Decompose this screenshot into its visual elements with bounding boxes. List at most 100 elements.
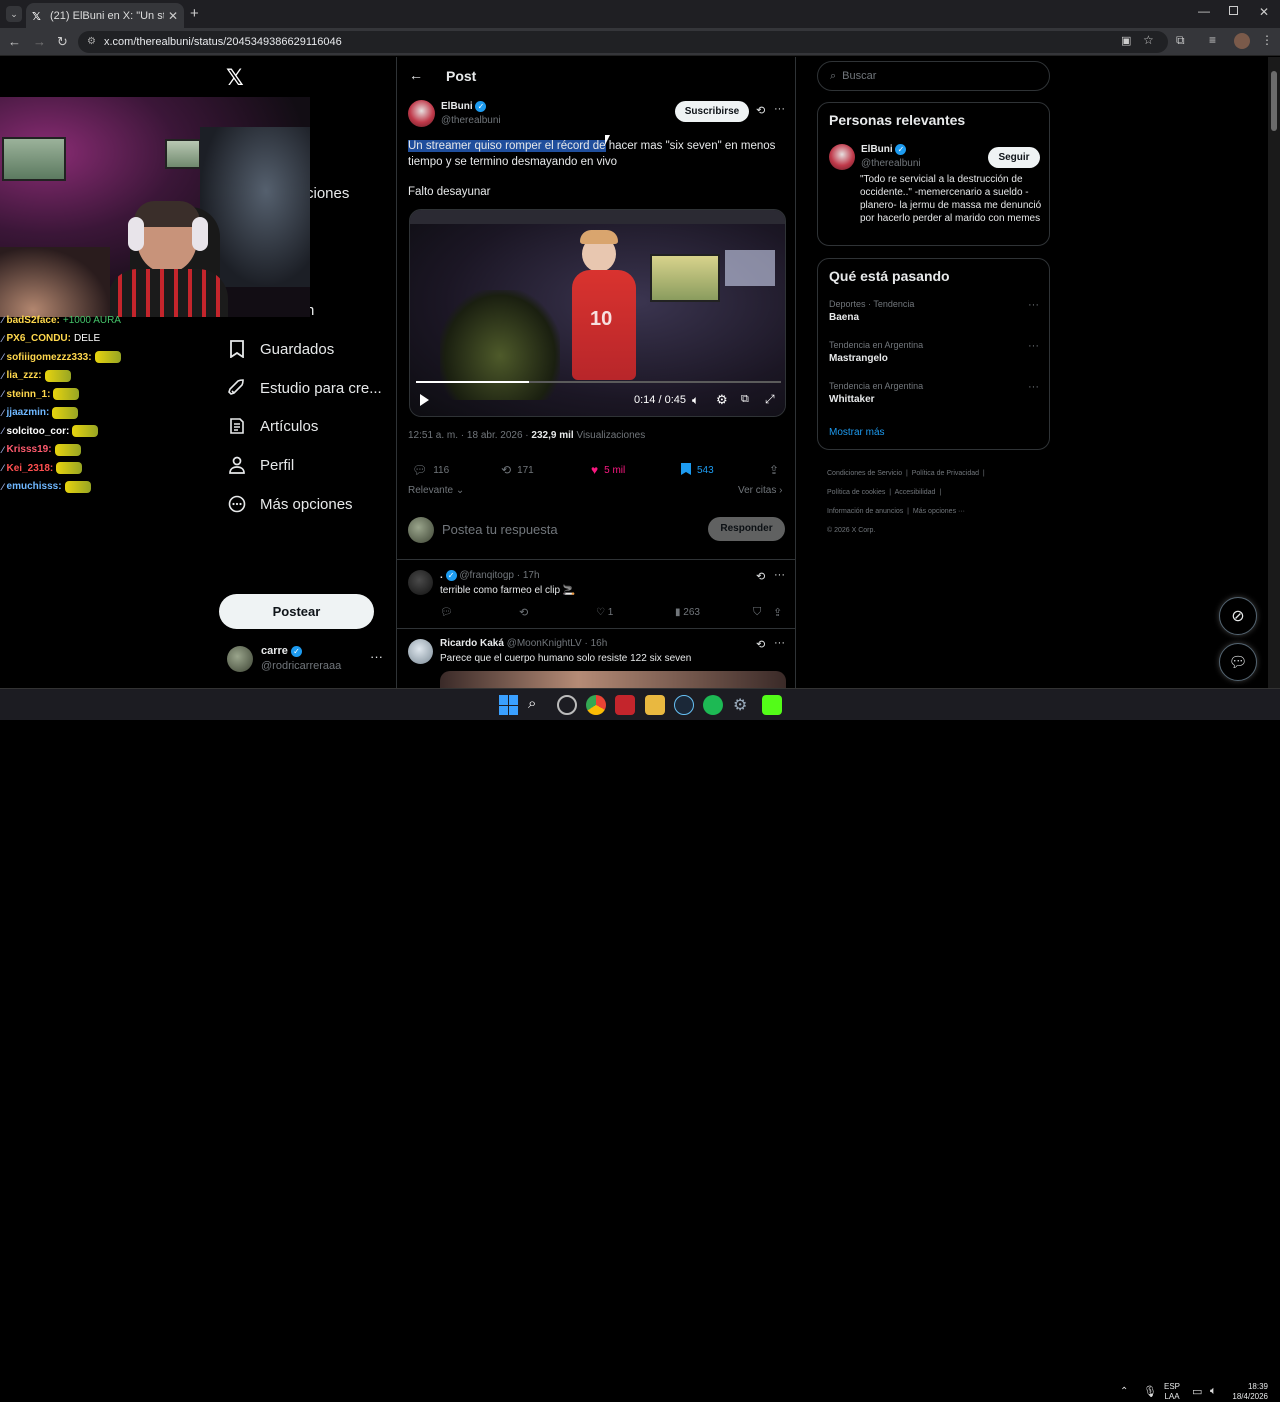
extensions-icon[interactable]: ⧉ (1176, 33, 1185, 48)
bookmark-star-icon[interactable]: ☆ (1143, 33, 1154, 47)
reply-more-icon[interactable]: ··· (774, 637, 785, 649)
post-timestamp[interactable]: 12:51 a. m. · 18 abr. 2026 · (408, 430, 531, 441)
page-scrollbar[interactable] (1268, 57, 1280, 688)
nav-articulos[interactable]: Artículos (228, 411, 318, 441)
trend-more-icon[interactable]: ··· (1028, 381, 1039, 393)
volume-taskbar-icon[interactable]: 🔈︎ (1210, 1385, 1217, 1398)
nav-guardados[interactable]: Guardados (228, 334, 334, 364)
settings-gear-icon[interactable]: ⚙ (716, 392, 728, 408)
author-name[interactable]: ElBuni (441, 101, 473, 112)
trend-item[interactable]: Tendencia en Argentina Whittaker ··· (829, 381, 1039, 405)
folder-icon[interactable] (645, 695, 665, 715)
grok-icon[interactable]: ⟲ (756, 104, 765, 117)
volume-icon[interactable]: 🔈︎ (692, 393, 699, 408)
show-more-link[interactable]: Mostrar más (829, 427, 885, 438)
reply-item[interactable]: . ✓ @franqitogp · 17h terrible como farm… (397, 559, 795, 627)
new-tab-button[interactable]: + (190, 5, 199, 22)
video-progress-track[interactable] (416, 381, 781, 383)
reply-like[interactable]: ♡ 1 (596, 607, 613, 618)
close-window-icon[interactable]: ✕ (1259, 5, 1269, 19)
reply-share-icon[interactable]: ⇪ (773, 606, 782, 619)
search-taskbar-icon[interactable]: ⌕ (528, 695, 548, 715)
chrome-menu-icon[interactable]: ⋮ (1261, 33, 1273, 47)
fullscreen-icon[interactable]: ⤢ (765, 392, 775, 407)
app-icon-1[interactable] (557, 695, 577, 715)
settings-icon[interactable]: ⚙ (733, 695, 753, 715)
search-input[interactable]: ⌕ Buscar (817, 61, 1050, 91)
post-more-icon[interactable]: ··· (774, 103, 785, 115)
quotes-link[interactable]: Ver citas › (738, 485, 782, 496)
footer-link[interactable]: Accesibilidad (895, 489, 936, 496)
x-home-logo-icon[interactable]: 𝕏 (226, 65, 244, 91)
subscribe-button[interactable]: Suscribirse (675, 101, 749, 122)
maximize-icon[interactable] (1229, 6, 1238, 15)
language-indicator[interactable]: ESP LAA (1164, 1382, 1180, 1402)
forward-icon[interactable]: → (33, 34, 46, 49)
scrollbar-thumb[interactable] (1271, 71, 1277, 131)
sort-dropdown[interactable]: Relevante ⌄ (408, 485, 464, 496)
nav-mas-opciones[interactable]: Más opciones (228, 489, 353, 519)
author-handle[interactable]: @therealbuni (441, 115, 501, 126)
kick-icon[interactable] (762, 695, 782, 715)
relevant-name[interactable]: ElBuni (861, 144, 893, 155)
reload-icon[interactable]: ↻ (57, 34, 68, 50)
account-more-icon[interactable]: ··· (370, 649, 383, 664)
bookmark-action[interactable]: 543 (681, 463, 714, 478)
relevant-avatar[interactable] (829, 144, 855, 170)
browser-tab[interactable]: 𝕏 (21) ElBuni en X: "Un stream... ✕ (26, 3, 184, 28)
app-icon-2[interactable] (615, 695, 635, 715)
post-button[interactable]: Postear (219, 594, 374, 629)
grok-fab[interactable]: ⊘ (1219, 597, 1257, 635)
trend-item[interactable]: Tendencia en Argentina Mastrangelo ··· (829, 340, 1039, 364)
grok-icon[interactable]: ⟲ (756, 570, 765, 583)
install-app-icon[interactable]: ▣ (1121, 34, 1131, 47)
follow-button[interactable]: Seguir (988, 147, 1040, 168)
chrome-icon[interactable] (586, 695, 606, 715)
spotify-icon[interactable] (703, 695, 723, 715)
post-video[interactable]: 10 0:14 / 0:45 🔈︎ ⚙ ⧉ ⤢ (409, 209, 786, 417)
reply-bookmark-icon[interactable]: ⛉ (753, 606, 761, 619)
nav-perfil[interactable]: Perfil (228, 450, 294, 480)
footer-link[interactable]: Política de cookies (827, 489, 885, 496)
start-icon[interactable] (499, 695, 519, 715)
share-action[interactable]: ⇪ (769, 463, 785, 477)
site-info-icon[interactable]: ⚙ (87, 31, 96, 53)
trend-item[interactable]: Deportes · Tendencia Baena ··· (829, 299, 1039, 323)
close-tab-icon[interactable]: ✕ (168, 9, 178, 23)
trend-more-icon[interactable]: ··· (1028, 299, 1039, 311)
reply-action[interactable]: 💬︎ 116 (412, 463, 449, 477)
back-arrow-icon[interactable]: ← (409, 67, 423, 83)
reply-input[interactable]: Postea tu respuesta (442, 522, 558, 537)
grok-icon[interactable]: ⟲ (756, 638, 765, 651)
repost-action[interactable]: ⟲ 171 (501, 463, 534, 477)
reply-media[interactable] (440, 671, 786, 688)
steam-icon[interactable] (674, 695, 694, 715)
picture-in-picture-icon[interactable]: ⧉ (741, 393, 749, 406)
reply-reply-icon[interactable]: 💬︎ (440, 607, 453, 618)
reply-more-icon[interactable]: ··· (774, 569, 785, 581)
footer-link[interactable]: Condiciones de Servicio (827, 470, 902, 477)
footer-link[interactable]: Política de Privacidad (912, 470, 979, 477)
network-icon[interactable]: ▭ (1192, 1385, 1202, 1398)
like-action[interactable]: ♥ 5 mil (591, 463, 625, 477)
author-avatar[interactable] (408, 100, 435, 127)
microphone-icon[interactable]: 🎙︎ (1143, 1385, 1157, 1398)
reply-repost-icon[interactable]: ⟲ (519, 606, 528, 619)
media-control-icon[interactable]: ≡ (1209, 33, 1216, 47)
profile-avatar[interactable] (1234, 33, 1250, 49)
footer-link[interactable]: Más opciones ··· (913, 508, 965, 515)
tab-search-icon[interactable]: ⌄ (6, 6, 22, 22)
back-icon[interactable]: ← (8, 34, 21, 49)
url-field[interactable]: ⚙ x.com/therealbuni/status/2045349386629… (78, 31, 1168, 53)
clock[interactable]: 18:39 18/4/2026 (1230, 1382, 1268, 1402)
messages-fab[interactable]: 💬︎ (1219, 643, 1257, 681)
tray-chevron-icon[interactable]: ⌃ (1120, 1386, 1128, 1397)
reply-views[interactable]: ▮ 263 (675, 607, 700, 618)
reply-item[interactable]: Ricardo Kaká @MoonKnightLV · 16h Parece … (397, 628, 795, 688)
trend-more-icon[interactable]: ··· (1028, 340, 1039, 352)
reply-button[interactable]: Responder (708, 517, 785, 541)
account-switcher[interactable]: carre ✓ @rodricarreraaa ··· (226, 644, 386, 676)
play-icon[interactable] (420, 394, 429, 406)
footer-link[interactable]: Información de anuncios (827, 508, 903, 515)
minimize-icon[interactable]: — (1198, 4, 1210, 18)
